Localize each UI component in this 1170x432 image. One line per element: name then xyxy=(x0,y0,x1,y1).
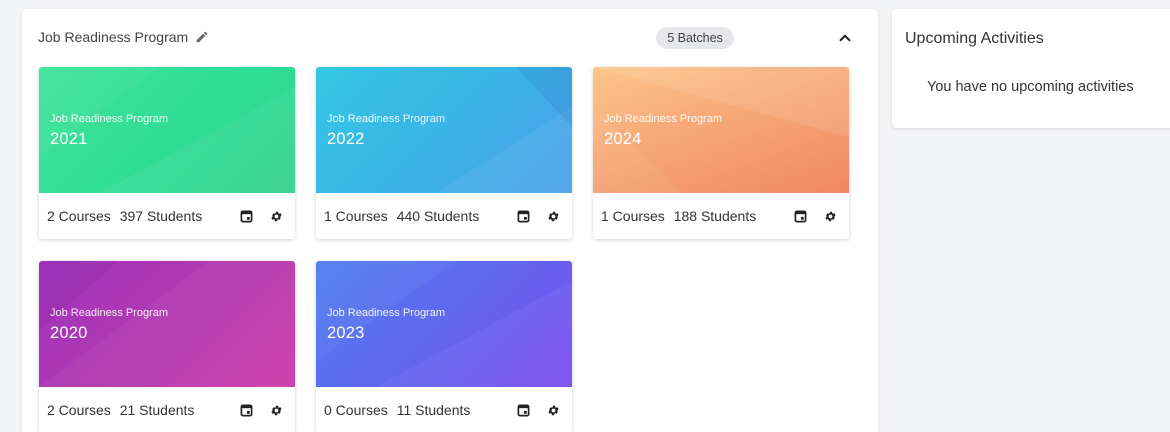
calendar-icon[interactable] xyxy=(512,205,534,227)
batch-program-label: Job Readiness Program xyxy=(604,113,723,125)
gear-icon[interactable] xyxy=(265,399,287,421)
batch-card-2021[interactable]: Job Readiness Program 2021 2 Courses 397… xyxy=(39,67,295,239)
batch-stats: 0 Courses 11 Students xyxy=(324,402,512,418)
gear-icon[interactable] xyxy=(819,205,841,227)
batch-courses-count: 2 Courses xyxy=(47,208,111,224)
activities-empty-message: You have no upcoming activities xyxy=(927,79,1134,95)
batch-card-2020[interactable]: Job Readiness Program 2020 2 Courses 21 … xyxy=(39,261,295,432)
batch-year: 2024 xyxy=(604,130,642,148)
pencil-icon[interactable] xyxy=(195,30,209,44)
calendar-icon[interactable] xyxy=(235,399,257,421)
batch-card-footer: 0 Courses 11 Students xyxy=(316,387,572,432)
calendar-icon[interactable] xyxy=(789,205,811,227)
batch-card-banner: Job Readiness Program 2020 xyxy=(39,261,295,387)
batch-card-footer: 1 Courses 440 Students xyxy=(316,193,572,239)
batch-year: 2022 xyxy=(327,130,365,148)
program-title: Job Readiness Program xyxy=(38,29,189,45)
batch-students-count: 397 Students xyxy=(119,208,203,224)
batch-students-count: 21 Students xyxy=(119,402,195,418)
batch-card-2024[interactable]: Job Readiness Program 2024 1 Courses 188… xyxy=(593,67,849,239)
batch-card-banner: Job Readiness Program 2021 xyxy=(39,67,295,193)
batch-card-banner: Job Readiness Program 2024 xyxy=(593,67,849,193)
batch-students-count: 188 Students xyxy=(673,208,757,224)
chevron-up-icon xyxy=(839,34,851,42)
batch-count-badge: 5 Batches xyxy=(656,27,734,49)
calendar-icon[interactable] xyxy=(512,399,534,421)
batch-year: 2021 xyxy=(50,130,88,148)
batch-courses-count: 0 Courses xyxy=(324,402,388,418)
batch-year: 2020 xyxy=(50,324,88,342)
gear-icon[interactable] xyxy=(265,205,287,227)
batch-courses-count: 1 Courses xyxy=(601,208,665,224)
batch-program-label: Job Readiness Program xyxy=(327,307,446,319)
batch-card-footer: 1 Courses 188 Students xyxy=(593,193,849,239)
batch-courses-count: 1 Courses xyxy=(324,208,388,224)
batch-stats: 2 Courses 21 Students xyxy=(47,402,235,418)
collapse-button[interactable] xyxy=(834,27,856,49)
batch-students-count: 11 Students xyxy=(396,402,471,418)
gear-icon[interactable] xyxy=(542,399,564,421)
upcoming-activities-panel: Upcoming Activities You have no upcoming… xyxy=(892,9,1170,128)
batch-year: 2023 xyxy=(327,324,365,342)
calendar-icon[interactable] xyxy=(235,205,257,227)
batch-card-footer: 2 Courses 21 Students xyxy=(39,387,295,432)
activities-title: Upcoming Activities xyxy=(905,30,1044,47)
batch-card-2022[interactable]: Job Readiness Program 2022 1 Courses 440… xyxy=(316,67,572,239)
batch-students-count: 440 Students xyxy=(396,208,480,224)
batch-card-banner: Job Readiness Program 2023 xyxy=(316,261,572,387)
batch-program-label: Job Readiness Program xyxy=(50,307,169,319)
batch-program-label: Job Readiness Program xyxy=(327,113,446,125)
batch-stats: 1 Courses 188 Students xyxy=(601,208,789,224)
batch-stats: 1 Courses 440 Students xyxy=(324,208,512,224)
program-panel: Job Readiness Program 5 Batches Job Read… xyxy=(22,9,878,432)
batch-courses-count: 2 Courses xyxy=(47,402,111,418)
batch-card-2023[interactable]: Job Readiness Program 2023 0 Courses 11 … xyxy=(316,261,572,432)
program-header: Job Readiness Program xyxy=(38,29,209,45)
batch-card-footer: 2 Courses 397 Students xyxy=(39,193,295,239)
gear-icon[interactable] xyxy=(542,205,564,227)
batch-stats: 2 Courses 397 Students xyxy=(47,208,235,224)
batch-program-label: Job Readiness Program xyxy=(50,113,169,125)
batch-card-banner: Job Readiness Program 2022 xyxy=(316,67,572,193)
